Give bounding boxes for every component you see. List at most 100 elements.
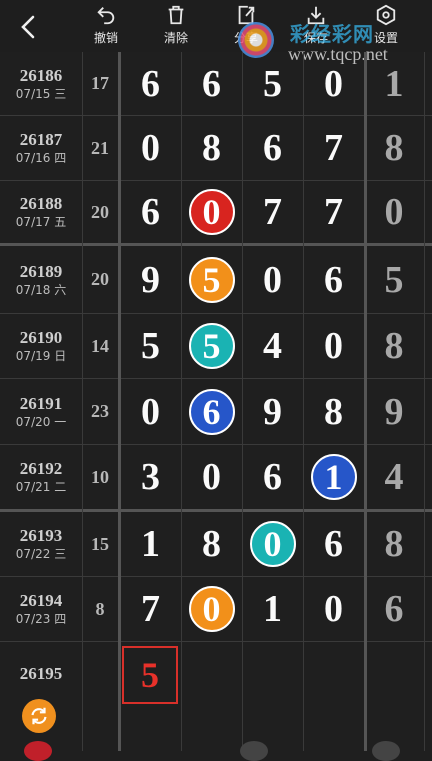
column-divider [424, 52, 425, 751]
digit-cell[interactable]: 0 [303, 314, 364, 378]
digit-cell[interactable]: 0 [120, 116, 181, 180]
digit-cell[interactable]: 4 [242, 314, 303, 378]
issue-number: 26192 [19, 459, 63, 478]
issue-date: 07/16 四 [15, 151, 67, 165]
sum-value: 15 [91, 533, 109, 554]
digit-cell[interactable]: 0 [181, 577, 242, 641]
highlight-ball: 0 [249, 521, 296, 567]
issue-cell: 26187 07/16 四 [0, 116, 82, 180]
digit-cell[interactable]: 1 [303, 445, 364, 509]
bottom-indicator [372, 741, 400, 761]
column-divider [242, 52, 243, 751]
digit-cell[interactable]: 7 [303, 181, 364, 243]
column-divider [118, 52, 121, 751]
issue-date: 07/15 三 [15, 86, 67, 101]
issue-date: 07/20 一 [15, 414, 67, 429]
column-divider [82, 52, 83, 751]
highlight-ball: 0 [188, 189, 235, 235]
issue-number: 26193 [19, 526, 63, 545]
bottom-indicator [24, 741, 52, 761]
digit-cell[interactable]: 3 [120, 445, 181, 509]
digit-cell[interactable]: 6 [120, 181, 181, 243]
last-column-value: 4 [384, 456, 404, 498]
sum-value: 10 [91, 466, 109, 487]
issue-number: 26188 [19, 194, 63, 213]
issue-date: 07/19 日 [15, 349, 67, 363]
sum-value: 17 [91, 73, 109, 93]
highlight-ball: 6 [188, 388, 235, 435]
table-row: 26188 07/17 五 20 6 0 7 7 0 [0, 181, 432, 246]
digit-cell[interactable]: 5 [242, 52, 303, 115]
digit-cell[interactable]: 5 [181, 246, 242, 313]
issue-cell: 26191 07/20 一 [0, 379, 82, 444]
digit-cell[interactable]: 7 [303, 116, 364, 180]
undo-button[interactable]: 撤销 [82, 4, 130, 50]
last-column-value: 0 [384, 191, 404, 233]
digit-cell[interactable]: 0 [181, 445, 242, 509]
digit-cell[interactable]: 5 [181, 314, 242, 378]
digit-cell[interactable]: 6 [120, 52, 181, 115]
table-row: 26194 07/23 四870106 [0, 577, 432, 642]
issue-number: 26195 [19, 664, 63, 683]
clear-button[interactable]: 清除 [152, 4, 200, 50]
digit-cell[interactable]: 8 [181, 116, 242, 180]
issue-cell: 26189 07/18 六 [0, 246, 82, 313]
digit-cell[interactable]: 6 [303, 246, 364, 313]
issue-date: 07/21 二 [15, 480, 67, 494]
digit-cell[interactable]: 0 [181, 181, 242, 243]
clear-label: 清除 [163, 31, 188, 45]
last-column-value: 9 [384, 390, 404, 433]
digit-cell[interactable]: 0 [242, 512, 303, 576]
digit-cell[interactable]: 6 [303, 512, 364, 576]
highlight-ball: 5 [188, 323, 235, 369]
issue-date: 07/18 六 [15, 282, 67, 297]
digit-cell[interactable]: 6 [181, 379, 242, 444]
digit-cell[interactable]: 6 [242, 445, 303, 509]
column-divider [181, 52, 182, 751]
issue-cell: 26193 07/22 三 [0, 512, 82, 576]
digit-cell[interactable]: 7 [242, 181, 303, 243]
sum-value: 8 [95, 598, 105, 619]
refresh-button[interactable] [22, 699, 56, 733]
digit-cell[interactable]: 0 [120, 379, 181, 444]
watermark-title: 彩经彩网 [290, 22, 374, 46]
issue-number: 26191 [19, 393, 63, 413]
highlight-ball: 1 [310, 454, 357, 500]
digit-cell[interactable]: 8 [303, 379, 364, 444]
column-divider [303, 52, 304, 751]
last-column-value: 8 [384, 325, 404, 367]
last-column-value: 1 [384, 62, 404, 105]
digit-cell[interactable]: 7 [120, 577, 181, 641]
digit-cell[interactable]: 8 [181, 512, 242, 576]
column-divider [364, 52, 367, 751]
digit-cell[interactable]: 0 [303, 577, 364, 641]
issue-number: 26189 [19, 261, 63, 281]
table-row: 26189 07/18 六 20 9 5 0 6 5 [0, 246, 432, 314]
undo-icon [97, 7, 115, 25]
digit-cell[interactable]: 6 [242, 116, 303, 180]
digit-cell[interactable]: 1 [242, 577, 303, 641]
digit-cell[interactable]: 0 [242, 246, 303, 313]
issue-cell: 26194 07/23 四 [0, 577, 82, 641]
issue-cell: 26188 07/17 五 [0, 181, 82, 243]
last-column-value: 8 [384, 127, 404, 169]
issue-number: 26194 [19, 591, 63, 610]
digit-cell[interactable]: 9 [242, 379, 303, 444]
next-issue-row: 26195 5 [0, 642, 432, 751]
digit-cell[interactable]: 0 [303, 52, 364, 115]
issue-cell: 26192 07/21 二 [0, 445, 82, 509]
issue-date: 07/22 三 [15, 547, 67, 561]
digit-cell[interactable]: 9 [120, 246, 181, 313]
bottom-indicator [240, 741, 268, 761]
sum-value: 23 [91, 401, 109, 421]
issue-cell: 26195 [0, 642, 82, 706]
back-button[interactable] [14, 12, 44, 42]
digit-cell[interactable]: 5 [120, 314, 181, 378]
issue-date: 07/23 四 [15, 612, 67, 626]
prediction-input[interactable]: 5 [122, 646, 178, 704]
digit-cell[interactable]: 1 [120, 512, 181, 576]
last-column-value: 8 [384, 523, 404, 565]
digit-cell[interactable]: 6 [181, 52, 242, 115]
sum-value: 21 [91, 137, 109, 158]
issue-number: 26186 [19, 65, 63, 85]
